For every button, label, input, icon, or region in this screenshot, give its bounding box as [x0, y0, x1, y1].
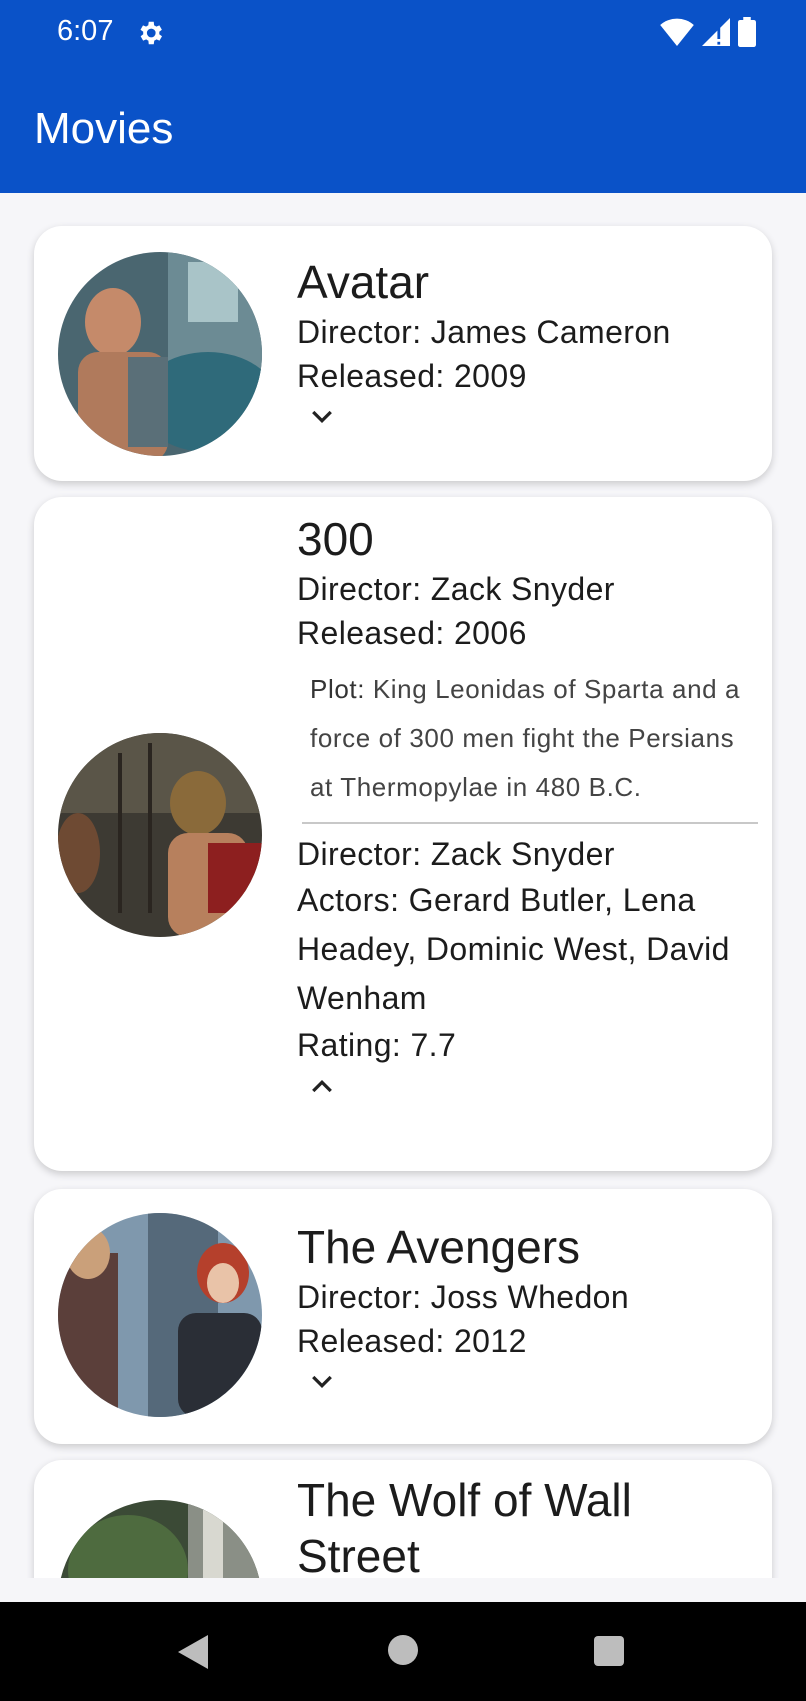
movie-plot: Plot: King Leonidas of Sparta and a forc…	[297, 665, 758, 812]
divider	[302, 822, 758, 824]
chevron-down-icon[interactable]	[305, 1367, 339, 1397]
movie-card-avatar[interactable]: Avatar Director: James Cameron Released:…	[34, 226, 772, 481]
wifi-icon	[660, 18, 694, 46]
home-icon[interactable]	[388, 1635, 418, 1665]
recents-icon[interactable]	[594, 1636, 624, 1666]
plot-text: King Leonidas of Sparta and a force of 3…	[310, 674, 741, 802]
movie-released: Released: 2012	[297, 1323, 527, 1359]
movie-poster-the-avengers	[58, 1213, 262, 1417]
movie-list[interactable]: Avatar Director: James Cameron Released:…	[0, 193, 806, 1578]
movie-title: Avatar	[297, 256, 430, 308]
movie-director: Director: James Cameron	[297, 314, 671, 350]
app-title: Movies	[34, 104, 174, 153]
movie-info: The Wolf of Wall Street	[297, 1472, 758, 1578]
movie-director: Director: Zack Snyder	[297, 571, 615, 607]
movie-poster-the-wolf-of-wall-street	[58, 1500, 262, 1578]
movie-poster-300	[58, 733, 262, 937]
plot-label: Plot:	[310, 674, 366, 704]
system-nav-bar	[0, 1602, 806, 1701]
movie-released: Released: 2009	[297, 358, 527, 394]
movie-card-the-wolf-of-wall-street[interactable]: The Wolf of Wall Street	[34, 1460, 772, 1578]
movie-rating: Rating: 7.7	[297, 1027, 457, 1063]
movie-title: 300	[297, 513, 374, 565]
movie-info: Avatar Director: James Cameron Released:…	[297, 254, 758, 432]
movie-poster-avatar	[58, 252, 262, 456]
app-bar: Movies	[0, 66, 806, 193]
movie-card-300[interactable]: 300 Director: Zack Snyder Released: 2006…	[34, 497, 772, 1171]
movie-director: Director: Joss Whedon	[297, 1279, 630, 1315]
battery-icon	[738, 17, 756, 47]
movie-released: Released: 2006	[297, 615, 527, 651]
cell-signal-icon	[702, 18, 730, 46]
back-icon[interactable]	[178, 1635, 208, 1669]
movie-card-the-avengers[interactable]: The Avengers Director: Joss Whedon Relea…	[34, 1189, 772, 1444]
settings-gear-icon	[140, 21, 162, 45]
status-time: 6:07	[57, 15, 114, 47]
movie-info: The Avengers Director: Joss Whedon Relea…	[297, 1219, 758, 1397]
status-bar: 6:07	[0, 0, 806, 66]
movie-info: 300 Director: Zack Snyder Released: 2006…	[297, 511, 758, 1101]
movie-actors: Actors: Gerard Butler, Lena Headey, Domi…	[297, 882, 730, 1016]
chevron-up-icon[interactable]	[305, 1071, 339, 1101]
movie-title: The Avengers	[297, 1221, 581, 1273]
movie-details-director: Director: Zack Snyder	[297, 836, 615, 872]
movie-title: The Wolf of Wall Street	[297, 1474, 632, 1578]
chevron-down-icon[interactable]	[305, 402, 339, 432]
